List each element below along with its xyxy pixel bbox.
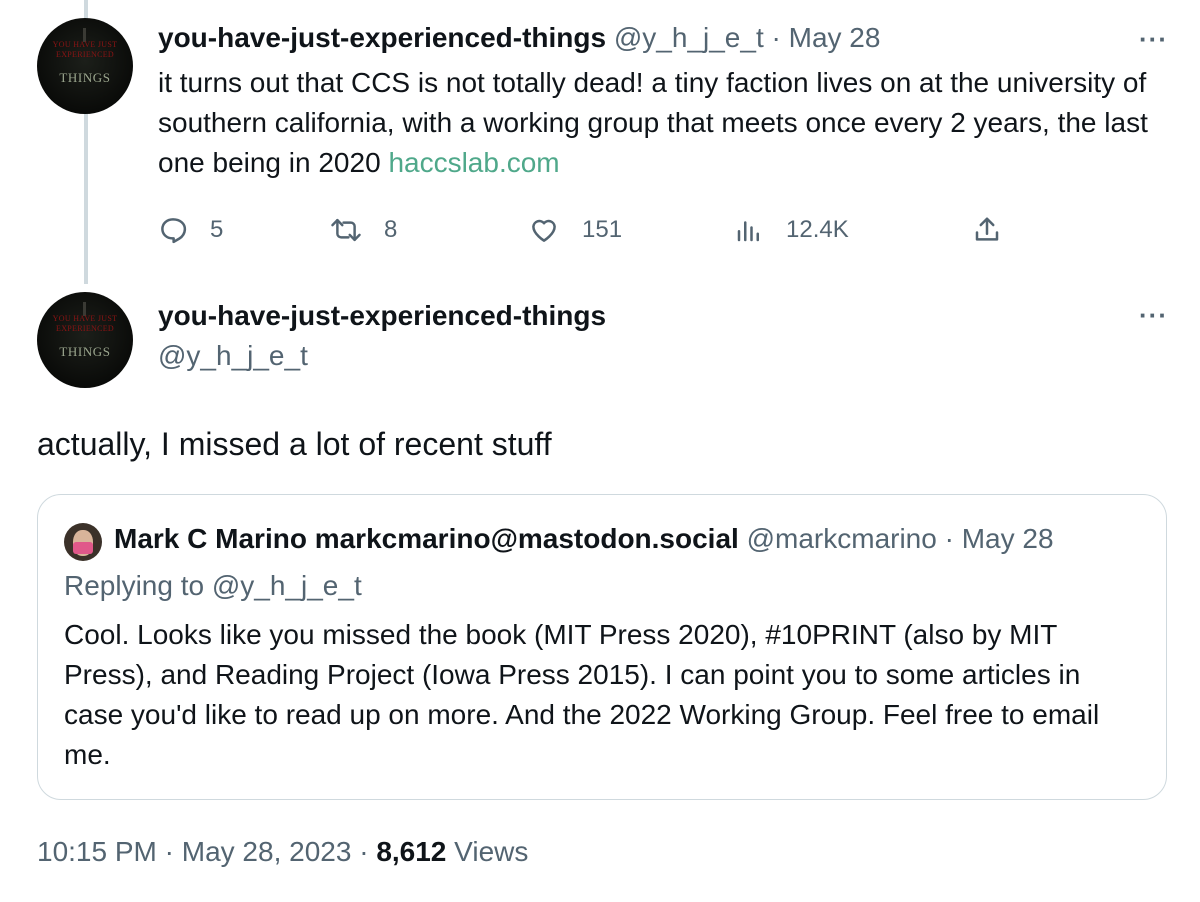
retweet-icon — [331, 218, 361, 242]
avatar[interactable]: YOU HAVE JUST EXPERIENCED THINGS — [37, 18, 133, 114]
views-total: 8,612 — [376, 836, 447, 867]
reply-count: 5 — [210, 216, 224, 243]
views-button[interactable]: 12.4K — [734, 208, 849, 252]
avatar-word: THINGS — [59, 70, 111, 85]
reply-icon — [161, 218, 187, 244]
heart-icon — [532, 219, 556, 242]
retweet-count: 8 — [384, 216, 398, 243]
quote-date: May 28 — [961, 523, 1054, 554]
avatar-caption-line2: EXPERIENCED — [56, 324, 114, 333]
more-icon[interactable]: ··· — [1139, 24, 1168, 55]
avatar-caption-line1: YOU HAVE JUST — [52, 314, 118, 323]
quote-separator: · — [944, 523, 954, 554]
author-handle[interactable]: @y_h_j_e_t — [158, 340, 308, 372]
tweet-full-date[interactable]: May 28, 2023 — [182, 836, 352, 867]
quote-avatar — [64, 523, 102, 561]
tweet-text-body: it turns out that CCS is not totally dea… — [158, 67, 1148, 178]
tweet-date[interactable]: May 28 — [789, 22, 881, 53]
meta-separator: · — [359, 836, 369, 867]
avatar[interactable]: YOU HAVE JUST EXPERIENCED THINGS — [37, 292, 133, 388]
avatar-caption: YOU HAVE JUST EXPERIENCED — [37, 314, 133, 334]
quote-header: Mark C Marino markcmarino@mastodon.socia… — [114, 523, 1054, 555]
avatar-caption: YOU HAVE JUST EXPERIENCED — [37, 40, 133, 60]
share-icon — [975, 217, 999, 241]
tweet-header: you-have-just-experienced-things @y_h_j_… — [158, 22, 880, 54]
author-name[interactable]: you-have-just-experienced-things — [158, 22, 606, 53]
quote-author-name: Mark C Marino markcmarino@mastodon.socia… — [114, 523, 739, 554]
share-button[interactable] — [972, 208, 1002, 252]
quote-text: Cool. Looks like you missed the book (MI… — [64, 619, 1100, 770]
views-count: 12.4K — [786, 216, 849, 243]
avatar-caption-line1: YOU HAVE JUST — [52, 40, 118, 49]
meta-separator: · — [164, 836, 174, 867]
header-separator: · — [771, 22, 781, 53]
quoted-tweet[interactable]: Mark C Marino markcmarino@mastodon.socia… — [37, 494, 1167, 800]
tweet-link[interactable]: haccslab.com — [388, 147, 559, 178]
like-button[interactable]: 151 — [528, 208, 622, 252]
quote-replying-to: Replying to @y_h_j_e_t — [64, 570, 362, 601]
avatar-mask — [73, 542, 93, 554]
views-label: Views — [454, 836, 529, 867]
avatar-word: THINGS — [59, 344, 111, 359]
more-icon[interactable]: ··· — [1139, 300, 1168, 331]
tweet-text: actually, I missed a lot of recent stuff — [37, 426, 552, 462]
author-name[interactable]: you-have-just-experienced-things — [158, 300, 606, 332]
author-handle[interactable]: @y_h_j_e_t — [614, 22, 764, 53]
avatar-caption-line2: EXPERIENCED — [56, 50, 114, 59]
tweet-time[interactable]: 10:15 PM — [37, 836, 157, 867]
tweet-text: it turns out that CCS is not totally dea… — [158, 63, 1168, 183]
like-count: 151 — [582, 216, 623, 243]
retweet-button[interactable]: 8 — [330, 208, 397, 252]
views-icon — [737, 221, 759, 242]
tweet-meta: 10:15 PM · May 28, 2023 · 8,612 Views — [37, 836, 528, 868]
reply-button[interactable]: 5 — [158, 208, 223, 252]
quote-author-handle: @markcmarino — [746, 523, 937, 554]
